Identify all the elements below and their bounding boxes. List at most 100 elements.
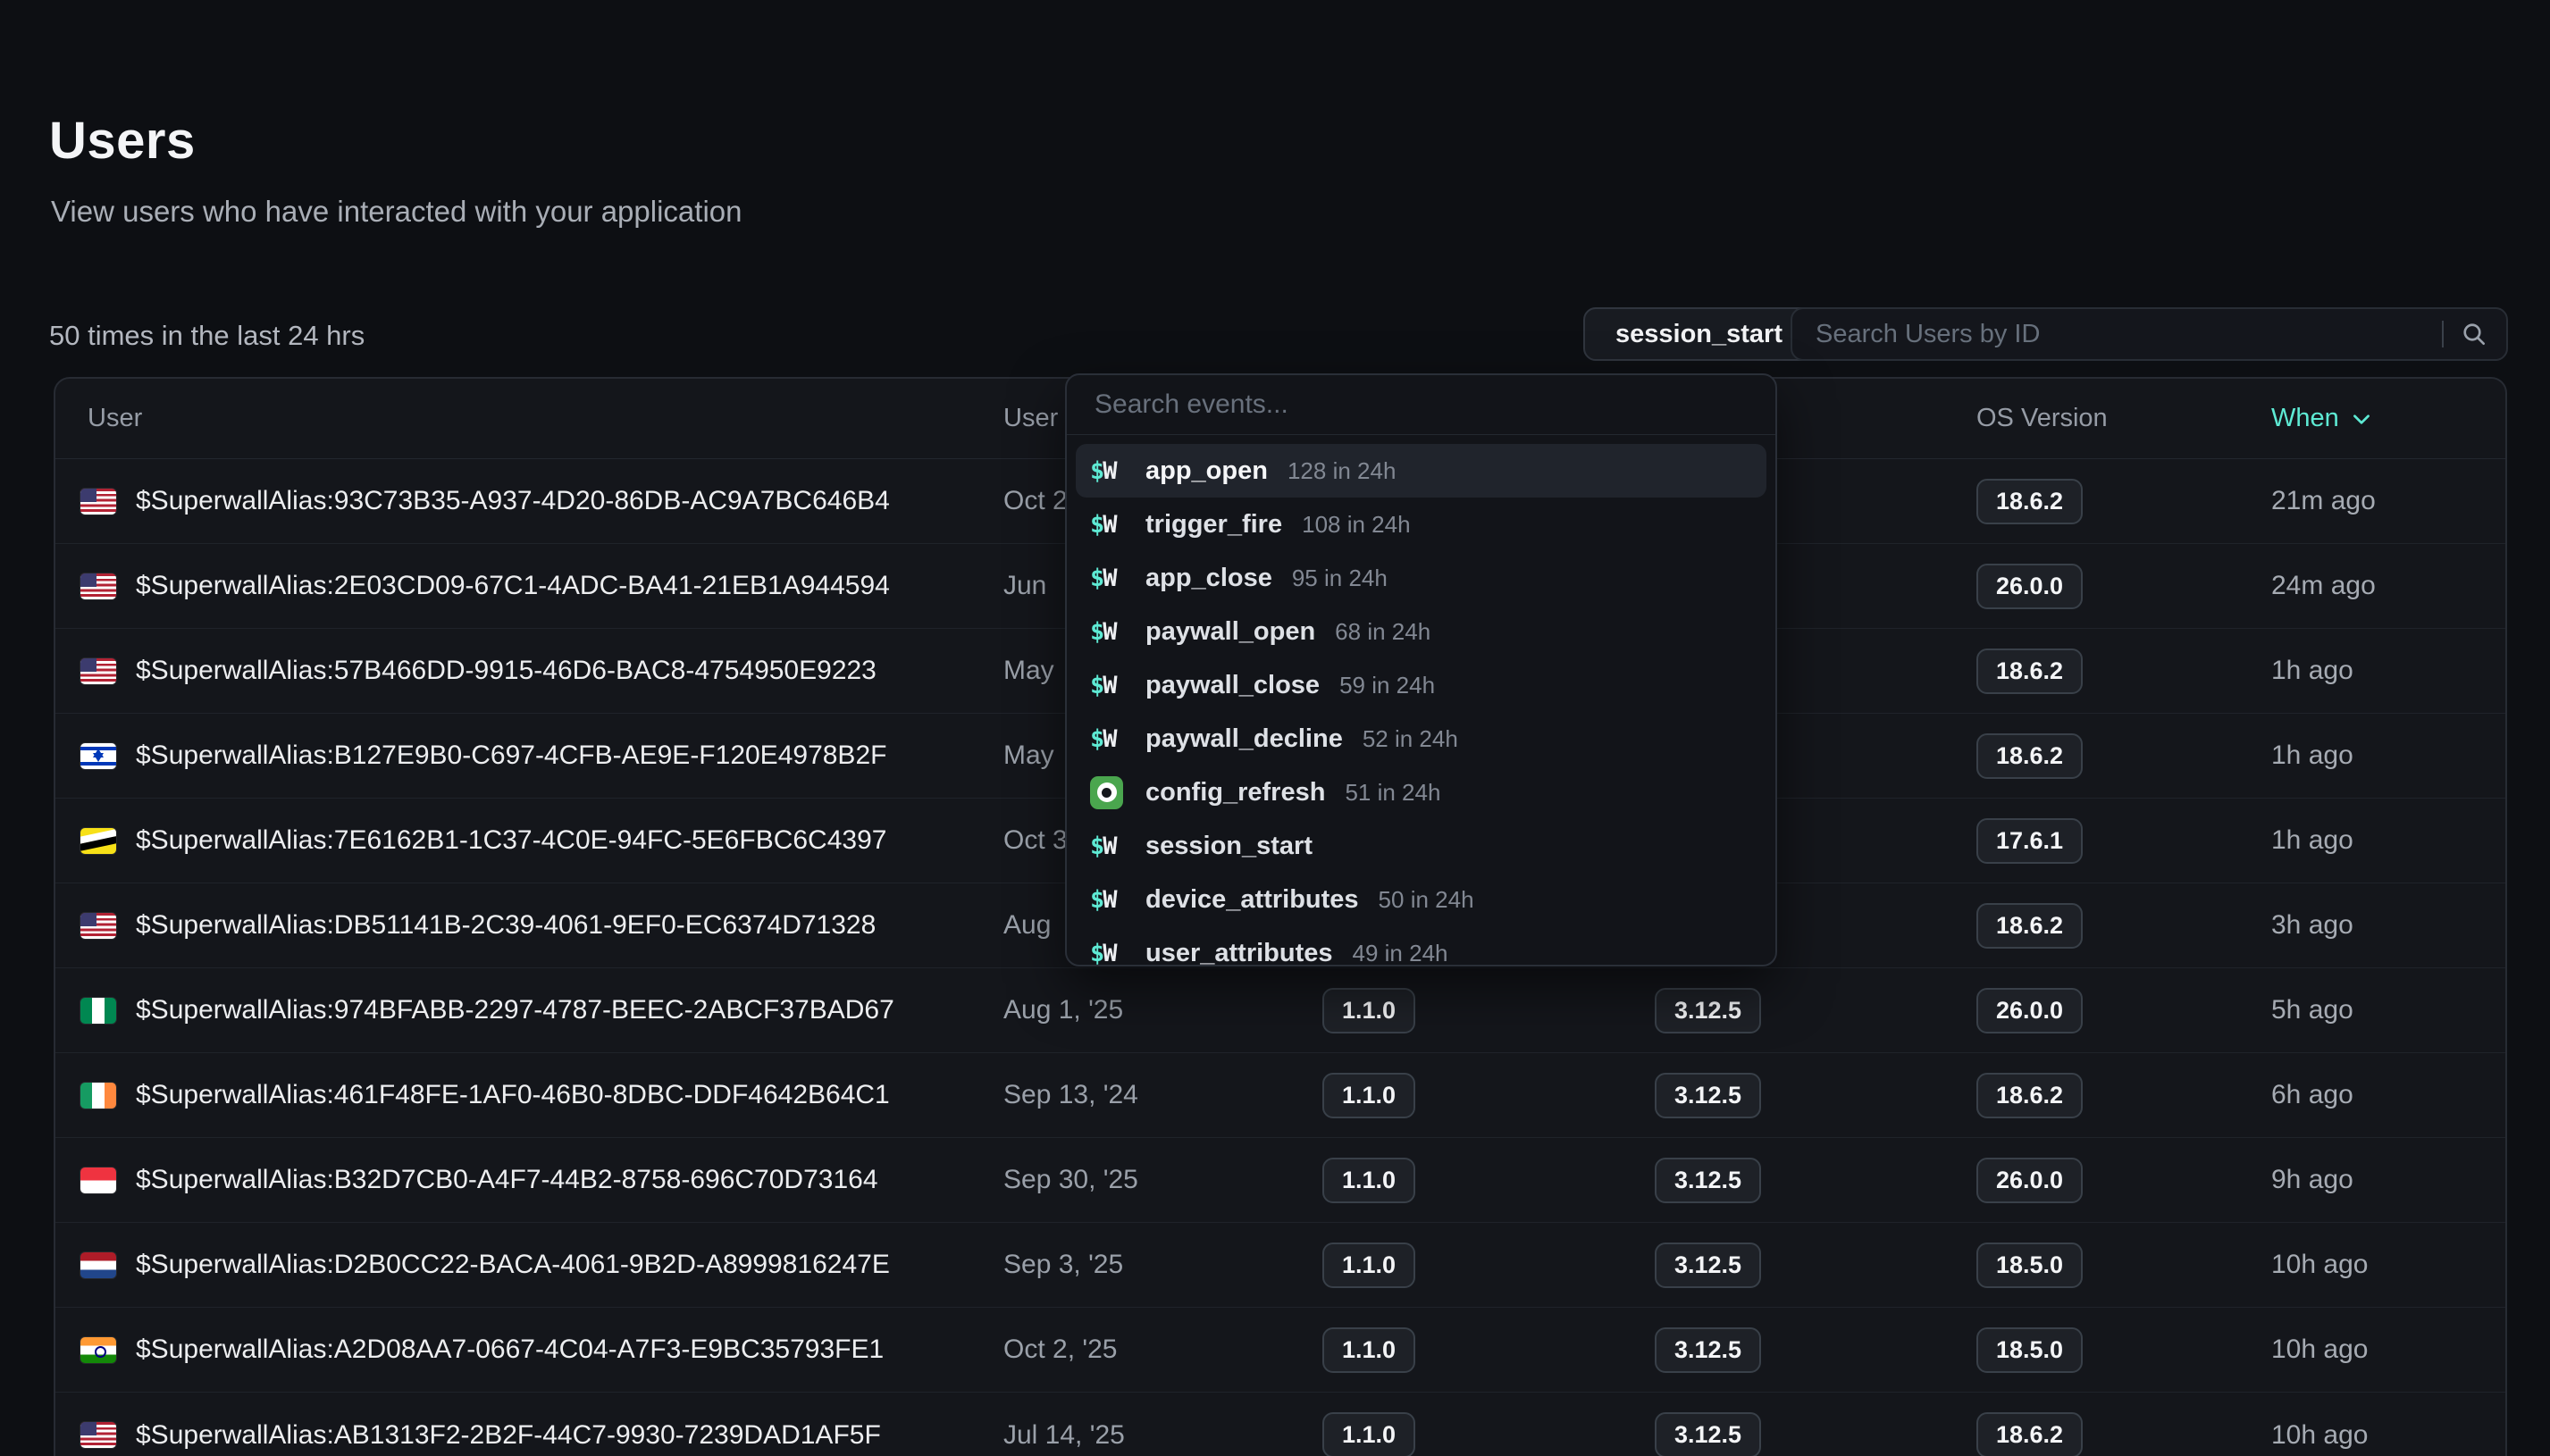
table-header-user: User: [55, 404, 1003, 433]
event-name: device_attributes: [1145, 885, 1359, 915]
os-version-badge: 26.0.0: [1976, 564, 2083, 609]
chevron-down-icon: [2350, 407, 2373, 431]
user-alias: $SuperwallAlias:DB51141B-2C39-4061-9EF0-…: [136, 910, 876, 941]
event-name: paywall_decline: [1145, 724, 1343, 754]
event-item-paywall-open[interactable]: paywall_open 68 in 24h: [1076, 605, 1766, 658]
os-version-badge: 26.0.0: [1976, 1158, 2083, 1203]
last-seen: 9h ago: [2271, 1165, 2505, 1195]
country-flag-icon: [80, 1167, 116, 1193]
os-version-badge: 18.6.2: [1976, 1073, 2083, 1118]
last-seen: 21m ago: [2271, 486, 2505, 516]
user-alias: $SuperwallAlias:A2D08AA7-0667-4C04-A7F3-…: [136, 1335, 884, 1365]
event-count: 95 in 24h: [1292, 565, 1388, 592]
os-version-badge: 18.6.2: [1976, 479, 2083, 524]
event-item-app-open[interactable]: app_open 128 in 24h: [1076, 444, 1766, 498]
user-alias: $SuperwallAlias:B32D7CB0-A4F7-44B2-8758-…: [136, 1165, 878, 1195]
search-divider: [2442, 321, 2444, 347]
superwall-icon: [1090, 940, 1131, 967]
superwall-icon: [1090, 511, 1131, 539]
user-alias: $SuperwallAlias:974BFABB-2297-4787-BEEC-…: [136, 995, 894, 1025]
last-seen: 1h ago: [2271, 741, 2505, 771]
search-icon[interactable]: [2460, 320, 2488, 348]
user-since-date: Jul 14, '25: [1003, 1420, 1322, 1451]
event-item-session-start[interactable]: session_start: [1076, 819, 1766, 873]
user-alias: $SuperwallAlias:57B466DD-9915-46D6-BAC8-…: [136, 656, 877, 686]
app-version-badge: 1.1.0: [1322, 1243, 1415, 1288]
user-alias: $SuperwallAlias:2E03CD09-67C1-4ADC-BA41-…: [136, 571, 890, 601]
event-search-input[interactable]: [1067, 375, 1775, 435]
event-name: app_close: [1145, 564, 1272, 593]
sdk-version-badge: 3.12.5: [1655, 1158, 1761, 1203]
sdk-version-badge: 3.12.5: [1655, 1073, 1761, 1118]
country-flag-icon: [80, 573, 116, 599]
event-count: 50 in 24h: [1379, 886, 1474, 914]
table-header-when[interactable]: When: [2271, 404, 2505, 433]
user-since-date: Sep 3, '25: [1003, 1250, 1322, 1280]
table-row[interactable]: $SuperwallAlias:D2B0CC22-BACA-4061-9B2D-…: [55, 1223, 2505, 1308]
user-search-box[interactable]: [1791, 307, 2508, 361]
os-version-badge: 18.6.2: [1976, 1412, 2083, 1456]
last-seen: 10h ago: [2271, 1335, 2505, 1365]
event-filter-button[interactable]: session_start: [1583, 307, 1815, 361]
event-item-config-refresh[interactable]: config_refresh 51 in 24h: [1076, 766, 1766, 819]
os-version-badge: 18.6.2: [1976, 903, 2083, 949]
superwall-icon: [1090, 833, 1131, 860]
event-count: 52 in 24h: [1363, 725, 1458, 753]
event-item-user-attributes[interactable]: user_attributes 49 in 24h: [1076, 926, 1766, 966]
superwall-icon: [1090, 457, 1131, 485]
superwall-icon: [1090, 886, 1131, 914]
event-name: config_refresh: [1145, 778, 1325, 807]
app-version-badge: 1.1.0: [1322, 988, 1415, 1033]
country-flag-icon: [80, 998, 116, 1024]
events-dropdown: app_open 128 in 24h trigger_fire 108 in …: [1065, 373, 1777, 966]
sdk-version-badge: 3.12.5: [1655, 1327, 1761, 1373]
last-seen: 10h ago: [2271, 1420, 2505, 1451]
last-seen: 24m ago: [2271, 571, 2505, 601]
table-row[interactable]: $SuperwallAlias:AB1313F2-2B2F-44C7-9930-…: [55, 1393, 2505, 1456]
user-since-date: Sep 13, '24: [1003, 1080, 1322, 1110]
sdk-version-badge: 3.12.5: [1655, 988, 1761, 1033]
user-since-date: Aug 1, '25: [1003, 995, 1322, 1025]
superwall-icon: [1090, 672, 1131, 699]
user-since-date: Oct 2, '25: [1003, 1335, 1322, 1365]
superwall-icon: [1090, 618, 1131, 646]
event-item-paywall-decline[interactable]: paywall_decline 52 in 24h: [1076, 712, 1766, 766]
last-seen: 5h ago: [2271, 995, 2505, 1025]
event-item-paywall-close[interactable]: paywall_close 59 in 24h: [1076, 658, 1766, 712]
table-row[interactable]: $SuperwallAlias:974BFABB-2297-4787-BEEC-…: [55, 968, 2505, 1053]
event-name: app_open: [1145, 456, 1268, 486]
user-alias: $SuperwallAlias:B127E9B0-C697-4CFB-AE9E-…: [136, 741, 886, 771]
country-flag-icon: [80, 489, 116, 515]
country-flag-icon: [80, 1083, 116, 1109]
user-alias: $SuperwallAlias:D2B0CC22-BACA-4061-9B2D-…: [136, 1250, 890, 1280]
last-seen: 10h ago: [2271, 1250, 2505, 1280]
event-list: app_open 128 in 24h trigger_fire 108 in …: [1067, 435, 1775, 966]
event-item-device-attributes[interactable]: device_attributes 50 in 24h: [1076, 873, 1766, 926]
country-flag-icon: [80, 1422, 116, 1448]
user-search-input[interactable]: [1792, 309, 2442, 359]
event-count: 51 in 24h: [1345, 779, 1440, 807]
event-name: paywall_close: [1145, 671, 1320, 700]
page-subtitle: View users who have interacted with your…: [51, 195, 742, 229]
country-flag-icon: [80, 743, 116, 769]
last-seen: 3h ago: [2271, 910, 2505, 941]
event-count: 108 in 24h: [1302, 511, 1410, 539]
os-version-badge: 18.5.0: [1976, 1327, 2083, 1373]
user-alias: $SuperwallAlias:461F48FE-1AF0-46B0-8DBC-…: [136, 1080, 890, 1110]
table-row[interactable]: $SuperwallAlias:B32D7CB0-A4F7-44B2-8758-…: [55, 1138, 2505, 1223]
last-seen: 6h ago: [2271, 1080, 2505, 1110]
event-name: session_start: [1145, 832, 1313, 861]
event-item-trigger-fire[interactable]: trigger_fire 108 in 24h: [1076, 498, 1766, 551]
table-header-os-version: OS Version: [1976, 404, 2271, 433]
country-flag-icon: [80, 1337, 116, 1363]
table-row[interactable]: $SuperwallAlias:A2D08AA7-0667-4C04-A7F3-…: [55, 1308, 2505, 1393]
superwall-icon: [1090, 725, 1131, 753]
table-row[interactable]: $SuperwallAlias:461F48FE-1AF0-46B0-8DBC-…: [55, 1053, 2505, 1138]
users-page: Users View users who have interacted wit…: [0, 0, 2550, 1456]
os-version-badge: 18.6.2: [1976, 733, 2083, 779]
last-seen: 1h ago: [2271, 825, 2505, 856]
app-version-badge: 1.1.0: [1322, 1327, 1415, 1373]
page-title: Users: [49, 111, 196, 171]
event-item-app-close[interactable]: app_close 95 in 24h: [1076, 551, 1766, 605]
user-alias: $SuperwallAlias:AB1313F2-2B2F-44C7-9930-…: [136, 1420, 881, 1451]
